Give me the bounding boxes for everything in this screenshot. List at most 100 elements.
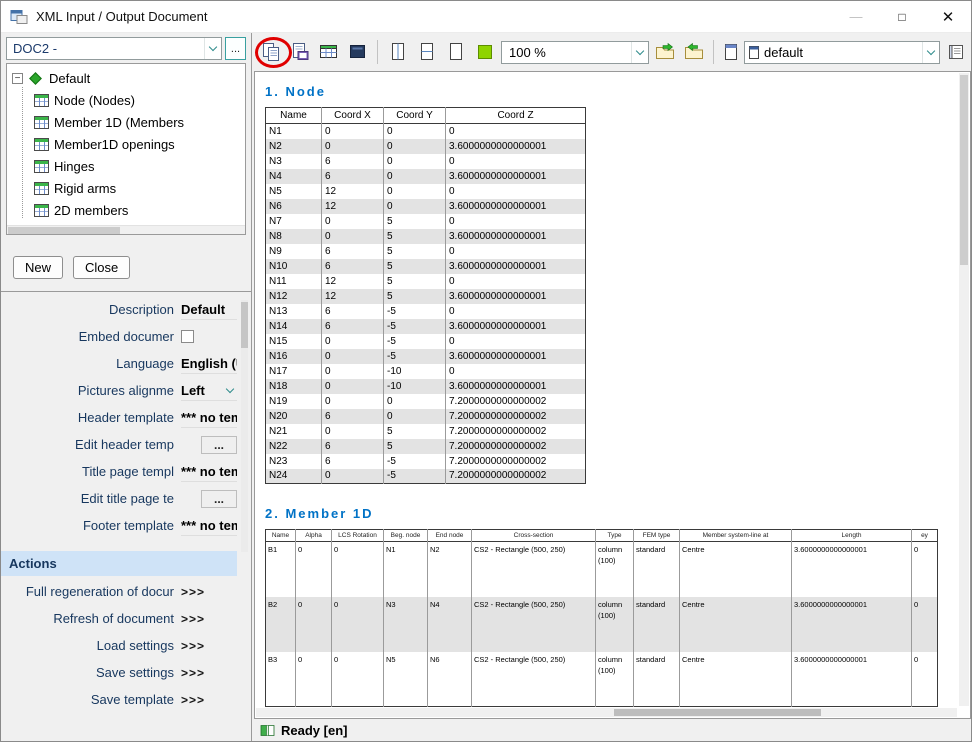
tree-item-member-1d[interactable]: Member 1D (Members (7, 111, 245, 133)
refresh-document-button[interactable]: >>> (181, 612, 205, 626)
save-settings-toolbar-button[interactable] (680, 39, 707, 65)
table-cell: N3 (384, 597, 428, 652)
table-cell: 0 (384, 184, 446, 199)
chevron-down-icon[interactable] (922, 42, 939, 63)
table-row: N7050 (266, 214, 586, 229)
chevron-down-icon[interactable] (631, 42, 648, 63)
table-cell: N1 (384, 542, 428, 597)
full-regeneration-button[interactable]: >>> (181, 585, 205, 599)
save-template-button[interactable]: >>> (181, 693, 205, 707)
table-composer-icon (319, 43, 339, 61)
gallery-book-icon (946, 43, 966, 61)
load-settings-toolbar-button[interactable] (651, 39, 678, 65)
table-cell: N9 (266, 244, 322, 259)
column-header: FEM type (634, 530, 680, 542)
tree-horizontal-scrollbar[interactable] (7, 225, 245, 234)
document-selector-row: DOC2 - ... (6, 37, 246, 60)
language-select[interactable]: English (Ur (181, 353, 237, 374)
properties-grid: Description Default Embed documer Langua… (1, 292, 251, 539)
template-page-button[interactable] (720, 39, 742, 65)
footer-template-select[interactable]: *** no temp (181, 515, 237, 536)
load-settings-button[interactable]: >>> (181, 639, 205, 653)
table-cell: N4 (428, 597, 472, 652)
actions-header: Actions (1, 551, 237, 576)
property-label: Embed documer (1, 329, 181, 344)
table-row: N9650 (266, 244, 586, 259)
tree-item-label: Node (Nodes) (54, 93, 135, 108)
properties-vertical-scrollbar[interactable] (241, 300, 248, 552)
zoom-combo[interactable]: 100 % (501, 41, 649, 64)
document-combo[interactable]: DOC2 - (6, 37, 222, 60)
close-button[interactable]: Close (73, 256, 130, 279)
column-header: Coord Y (384, 108, 446, 124)
toolbar-separator (377, 40, 378, 64)
browse-button[interactable]: ... (225, 37, 246, 60)
status-text: Ready [en] (281, 723, 347, 738)
page-blank-button[interactable] (442, 39, 469, 65)
table-cell: -5 (384, 334, 446, 349)
table-cell: 0 (384, 394, 446, 409)
property-label: Header template (1, 410, 181, 425)
scrollbar-thumb[interactable] (614, 709, 821, 716)
table-cell: 5 (384, 214, 446, 229)
property-label: Edit title page te (1, 491, 181, 506)
table-icon (34, 160, 49, 173)
document-toolbar: 100 % (252, 33, 971, 71)
scrollbar-thumb[interactable] (8, 227, 120, 234)
display-mode-icon (348, 43, 368, 61)
header-template-select[interactable]: *** no temp (181, 407, 237, 428)
chevron-down-icon[interactable] (223, 389, 237, 392)
table-cell: 0 (322, 364, 384, 379)
maximize-button[interactable]: □ (879, 1, 925, 32)
pictures-alignment-select[interactable]: Left (181, 380, 237, 401)
edit-title-page-template-button[interactable]: ... (201, 490, 237, 508)
tree-item-hinges[interactable]: Hinges (7, 155, 245, 177)
copy-button[interactable] (257, 39, 284, 65)
gallery-book-button[interactable] (942, 39, 969, 65)
table-composer-button[interactable] (315, 39, 342, 65)
tree-item-default[interactable]: − Default (7, 67, 245, 89)
table-cell: B1 (266, 542, 296, 597)
chevron-down-icon[interactable] (204, 38, 221, 59)
table-row: N20607.2000000000000002 (266, 409, 586, 424)
description-field[interactable]: Default (181, 299, 237, 320)
title-page-template-select[interactable]: *** no temp (181, 461, 237, 482)
tree-item-2d-members[interactable]: 2D members (7, 199, 245, 221)
column-header: LCS Rotation (332, 530, 384, 542)
save-settings-button[interactable]: >>> (181, 666, 205, 680)
color-swatch[interactable] (478, 45, 492, 59)
document-vertical-scrollbar[interactable] (959, 73, 969, 706)
copy-to-gallery-button[interactable] (286, 39, 313, 65)
table-cell: N24 (266, 469, 322, 484)
table-row: N22657.2000000000000002 (266, 439, 586, 454)
copy-icon (261, 42, 281, 62)
close-window-button[interactable]: ✕ (925, 1, 971, 32)
diamond-icon (29, 72, 42, 85)
scrollbar-thumb[interactable] (241, 302, 248, 348)
edit-header-template-button[interactable]: ... (201, 436, 237, 454)
page-split-button[interactable] (413, 39, 440, 65)
page-layout-button[interactable] (384, 39, 411, 65)
table-cell: 0 (332, 542, 384, 597)
tree-item-member1d-openings[interactable]: Member1D openings (7, 133, 245, 155)
scrollbar-thumb[interactable] (960, 75, 968, 265)
table-cell: -5 (384, 469, 446, 484)
table-row: N160-53.6000000000000001 (266, 349, 586, 364)
table-cell: -5 (384, 304, 446, 319)
new-button[interactable]: New (13, 256, 63, 279)
minimize-button[interactable]: — (833, 1, 879, 32)
tree-item-rigid-arms[interactable]: Rigid arms (7, 177, 245, 199)
display-mode-button[interactable] (344, 39, 371, 65)
collapse-icon[interactable]: − (12, 73, 23, 84)
document-horizontal-scrollbar[interactable] (256, 708, 957, 717)
embed-document-checkbox[interactable] (181, 330, 194, 343)
table-cell: -5 (384, 349, 446, 364)
tree-item-node[interactable]: Node (Nodes) (7, 89, 245, 111)
table-cell: 3.6000000000000001 (792, 542, 912, 597)
property-row-edit-title-page-template: Edit title page te ... (1, 485, 237, 512)
tree-item-label: Default (49, 71, 90, 86)
table-row: N121253.6000000000000001 (266, 289, 586, 304)
table-row: N111250 (266, 274, 586, 289)
table-cell: CS2 - Rectangle (500, 250) (472, 652, 596, 707)
template-combo[interactable]: default (744, 41, 940, 64)
